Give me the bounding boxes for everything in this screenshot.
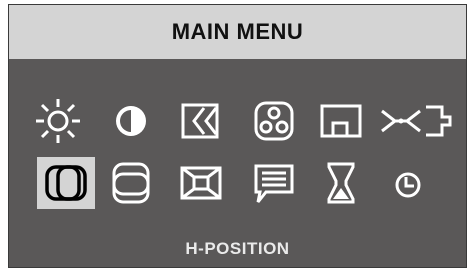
color-icon: [254, 101, 294, 141]
phase-icon: [181, 103, 219, 139]
brightness-icon: [36, 99, 80, 143]
recall-icon: [327, 162, 355, 204]
size-icon: [320, 104, 362, 138]
timer-icon: [395, 172, 421, 198]
center-button[interactable]: [379, 95, 457, 147]
phase-button[interactable]: [172, 95, 230, 147]
size-button[interactable]: [312, 95, 370, 147]
brightness-button[interactable]: [29, 95, 87, 147]
contrast-button[interactable]: [102, 95, 160, 147]
h-position-button[interactable]: [37, 157, 95, 209]
timer-button[interactable]: [379, 157, 437, 209]
h-position-icon: [45, 165, 87, 201]
v-position-button[interactable]: [102, 157, 160, 209]
color-button[interactable]: [245, 95, 303, 147]
contrast-icon: [116, 106, 146, 136]
zoom-icon: [180, 166, 222, 200]
menu-title: MAIN MENU: [9, 5, 466, 59]
osd-language-icon: [254, 164, 294, 203]
osd-language-button[interactable]: [245, 157, 303, 209]
selected-item-label: H-POSITION: [185, 239, 290, 258]
center-icon: [381, 105, 452, 137]
v-position-icon: [112, 162, 150, 204]
zoom-button[interactable]: [172, 157, 230, 209]
osd-main-menu: MAIN MENU H-POSITION: [8, 4, 467, 268]
recall-button[interactable]: [312, 157, 370, 209]
